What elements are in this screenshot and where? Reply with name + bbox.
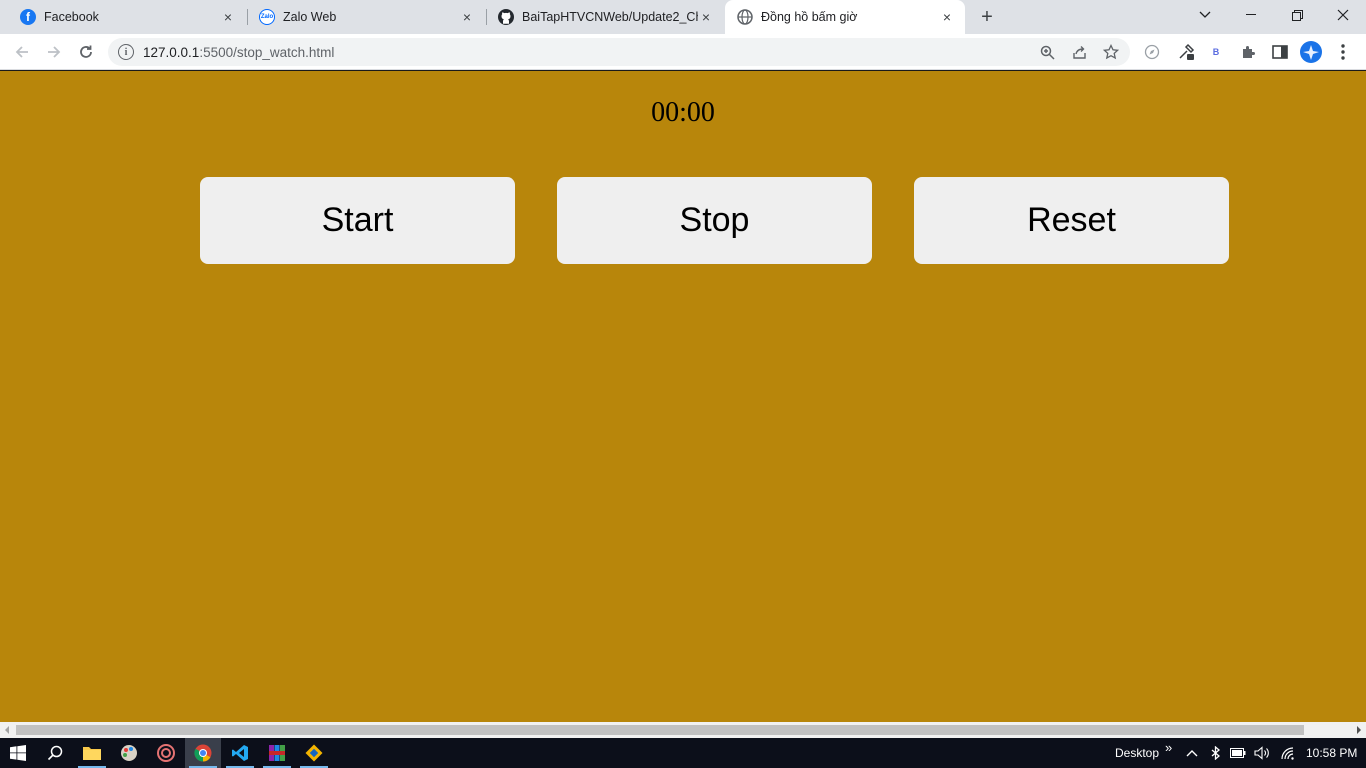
url-host: 127.0.0.1: [143, 44, 200, 60]
facebook-icon: f: [20, 9, 36, 25]
bluetooth-icon[interactable]: [1208, 745, 1224, 761]
scroll-right-arrow-icon[interactable]: [1357, 726, 1361, 734]
tab-title: Zalo Web: [283, 10, 337, 24]
tab-strip: f Facebook × Zalo Zalo Web × BaiTapHTVCN…: [0, 0, 1366, 34]
toolbar-expand-chevron[interactable]: »: [1165, 740, 1172, 755]
browser-toolbar: i 127.0.0.1:5500/stop_watch.html B: [0, 34, 1366, 70]
horizontal-scrollbar[interactable]: [0, 722, 1366, 738]
extensions-puzzle-icon[interactable]: [1237, 41, 1259, 63]
chrome-icon[interactable]: [185, 738, 221, 768]
desktop-toolbar-label[interactable]: Desktop: [1115, 746, 1159, 760]
scroll-left-arrow-icon[interactable]: [5, 726, 9, 734]
stop-button[interactable]: Stop: [557, 177, 872, 264]
eyedropper-extension-icon[interactable]: [1175, 41, 1197, 63]
tab-search-icon[interactable]: [1182, 0, 1228, 30]
wifi-icon[interactable]: [1280, 745, 1296, 761]
winrar-icon[interactable]: [259, 738, 295, 768]
compass-extension-icon[interactable]: [1141, 41, 1163, 63]
tab-zalo[interactable]: Zalo Zalo Web ×: [247, 0, 485, 34]
address-bar[interactable]: i 127.0.0.1:5500/stop_watch.html: [108, 38, 1130, 66]
globe-icon: [737, 9, 753, 25]
battery-icon[interactable]: [1230, 745, 1246, 761]
zalo-icon: Zalo: [259, 9, 275, 25]
tab-facebook[interactable]: f Facebook ×: [8, 0, 246, 34]
reset-button[interactable]: Reset: [914, 177, 1229, 264]
vscode-icon[interactable]: [222, 738, 258, 768]
new-tab-button[interactable]: +: [977, 6, 997, 28]
minimize-icon[interactable]: [1228, 0, 1274, 30]
tab-title: Đồng hồ bấm giờ: [761, 10, 858, 24]
page-viewport: 00:00 Start Stop Reset: [0, 71, 1366, 722]
site-info-icon[interactable]: i: [118, 44, 134, 60]
restore-icon[interactable]: [1274, 0, 1320, 30]
tab-title: BaiTapHTVCNWeb/Update2_Chi: [522, 10, 698, 24]
close-window-icon[interactable]: [1320, 0, 1366, 30]
search-icon[interactable]: [37, 738, 73, 768]
browser-menu-icon[interactable]: [1332, 41, 1354, 63]
taskbar-clock[interactable]: 10:58 PM: [1306, 746, 1357, 760]
github-icon: [498, 9, 514, 25]
show-hidden-icons-icon[interactable]: [1184, 745, 1200, 761]
url-path: :5500/stop_watch.html: [199, 44, 335, 60]
windows-start-icon[interactable]: [0, 738, 36, 768]
close-tab-icon[interactable]: ×: [459, 9, 475, 25]
stopwatch-display: 00:00: [651, 97, 715, 128]
reload-icon[interactable]: [74, 40, 98, 64]
tab-title: Facebook: [44, 10, 99, 24]
back-arrow-icon[interactable]: [10, 40, 34, 64]
close-tab-icon[interactable]: ×: [939, 9, 955, 25]
sourcetree-icon[interactable]: [296, 738, 332, 768]
tab-stopwatch[interactable]: Đồng hồ bấm giờ ×: [725, 0, 965, 34]
side-panel-icon[interactable]: [1269, 41, 1291, 63]
zoom-icon[interactable]: [1038, 43, 1056, 61]
share-icon[interactable]: [1070, 43, 1088, 61]
url-text[interactable]: 127.0.0.1:5500/stop_watch.html: [143, 45, 334, 60]
close-tab-icon[interactable]: ×: [220, 9, 236, 25]
windows-taskbar: Desktop » 10:58 PM: [0, 738, 1366, 768]
bookmark-star-icon[interactable]: [1102, 43, 1120, 61]
scrollbar-thumb[interactable]: [16, 725, 1304, 735]
b-extension-icon[interactable]: B: [1205, 41, 1227, 63]
profile-avatar-icon[interactable]: [1300, 41, 1322, 63]
close-tab-icon[interactable]: ×: [698, 9, 714, 25]
start-button[interactable]: Start: [200, 177, 515, 264]
forward-arrow-icon[interactable]: [42, 40, 66, 64]
file-explorer-icon[interactable]: [74, 738, 110, 768]
tab-github[interactable]: BaiTapHTVCNWeb/Update2_Chi ×: [486, 0, 724, 34]
paint-app-icon[interactable]: [111, 738, 147, 768]
spiral-app-icon[interactable]: [148, 738, 184, 768]
volume-icon[interactable]: [1254, 745, 1270, 761]
